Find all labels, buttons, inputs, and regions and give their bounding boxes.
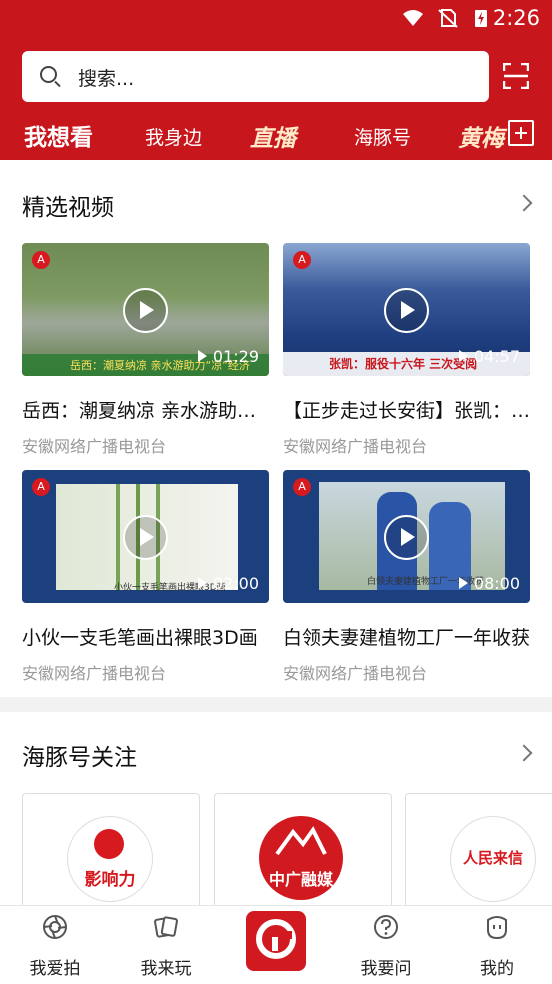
channel-logo-icon: A xyxy=(293,251,311,269)
video-caption: 张凯：服役十六年 三次受阅 xyxy=(329,357,478,371)
status-time: 2:26 xyxy=(492,6,540,30)
nav-label: 我的 xyxy=(480,959,514,979)
chevron-right-icon[interactable] xyxy=(515,744,533,762)
tab-dolphin[interactable]: 海豚号 xyxy=(354,123,411,150)
channel-logo-icon: A xyxy=(293,478,311,496)
video-thumbnail[interactable]: A 岳西：潮夏纳凉 亲水游助力“凉”经济 01:29 xyxy=(22,243,269,376)
tab-live[interactable]: 直播 xyxy=(250,119,296,153)
follow-section: 海豚号关注 影响力 中广融媒 人民来信 xyxy=(0,712,552,914)
nav-label: 我来玩 xyxy=(140,959,192,979)
add-channel-icon[interactable] xyxy=(508,120,534,146)
home-button[interactable] xyxy=(246,911,306,971)
nav-label: 我要问 xyxy=(360,959,412,979)
cards-icon xyxy=(154,916,178,938)
status-bar: 2:26 xyxy=(0,0,552,38)
follow-card[interactable]: 人民来信 xyxy=(405,793,552,914)
video-title[interactable]: 白领夫妻建植物工厂一年收获 xyxy=(283,623,533,650)
channel-logo-icon: A xyxy=(32,478,50,496)
play-icon xyxy=(123,288,168,333)
video-source: 安徽网络广播电视台 xyxy=(22,664,167,683)
video-duration: 08:00 xyxy=(459,574,520,593)
search-icon xyxy=(40,66,57,83)
nav-label: 我爱拍 xyxy=(29,959,81,979)
account-logo: 影响力 xyxy=(67,816,153,902)
top-tabs: 我想看 我身边 直播 海豚号 黄梅 xyxy=(0,116,552,154)
play-icon xyxy=(384,515,429,560)
video-thumbnail[interactable]: A 白领夫妻建植物工厂一年收获 08:00 xyxy=(283,470,530,603)
video-duration: 01:29 xyxy=(198,347,259,366)
video-title[interactable]: 小伙一支毛笔画出裸眼3D画 xyxy=(22,623,272,650)
battery-charging-icon xyxy=(475,10,487,27)
tab-want-to-watch[interactable]: 我想看 xyxy=(24,118,93,152)
nav-item-play[interactable]: 我来玩 xyxy=(121,914,211,979)
no-sim-icon xyxy=(438,9,458,28)
channel-logo-icon: A xyxy=(32,251,50,269)
video-source: 安徽网络广播电视台 xyxy=(22,437,167,456)
search-placeholder: 搜索... xyxy=(78,68,135,90)
nav-item-me[interactable]: 我的 xyxy=(452,914,542,979)
wifi-icon xyxy=(403,10,423,26)
follow-card[interactable]: 中广融媒 xyxy=(214,793,392,914)
app-logo-icon xyxy=(256,919,296,959)
search-bar[interactable]: 搜索... xyxy=(22,51,489,102)
video-duration: 04:57 xyxy=(459,347,520,366)
video-thumbnail[interactable]: A 小伙一支毛笔画出裸眼3D画 02:00 xyxy=(22,470,269,603)
account-name: 人民来信 xyxy=(462,849,523,867)
video-title[interactable]: 【正步走过长安街】张凯：服役十六年 三次受阅 xyxy=(283,396,533,423)
section-title: 海豚号关注 xyxy=(22,745,137,771)
nav-item-photo[interactable]: 我爱拍 xyxy=(10,914,100,979)
account-name: 影响力 xyxy=(84,870,136,890)
tab-nearby[interactable]: 我身边 xyxy=(145,123,202,150)
account-logo: 中广融媒 xyxy=(259,816,343,900)
bottom-nav: 我爱拍 我来玩 我要问 我的 xyxy=(0,905,552,984)
follow-card[interactable]: 影响力 xyxy=(22,793,200,914)
scan-icon[interactable] xyxy=(503,63,529,89)
video-duration: 02:00 xyxy=(198,574,259,593)
tab-huangmei[interactable]: 黄梅 xyxy=(458,119,504,153)
aperture-icon xyxy=(43,915,67,939)
play-icon xyxy=(123,515,168,560)
profile-icon xyxy=(487,916,507,940)
question-icon xyxy=(374,915,398,939)
video-title[interactable]: 岳西：潮夏纳凉 亲水游助力“凉”经济 xyxy=(22,396,272,423)
video-thumbnail[interactable]: A 张凯：服役十六年 三次受阅 04:57 xyxy=(283,243,530,376)
featured-section: 精选视频 A 岳西：潮夏纳凉 亲水游助力“凉”经济 01:29 岳西：潮夏纳凉 … xyxy=(0,160,552,697)
play-icon xyxy=(384,288,429,333)
account-logo: 人民来信 xyxy=(450,816,536,902)
header: 2:26 搜索... 我想看 我身边 直播 海豚号 黄梅 xyxy=(0,0,552,160)
section-title: 精选视频 xyxy=(22,195,114,221)
video-source: 安徽网络广播电视台 xyxy=(283,437,428,456)
account-name: 中广融媒 xyxy=(268,870,333,889)
nav-item-ask[interactable]: 我要问 xyxy=(341,914,431,979)
chevron-right-icon[interactable] xyxy=(515,194,533,212)
video-source: 安徽网络广播电视台 xyxy=(283,664,428,683)
